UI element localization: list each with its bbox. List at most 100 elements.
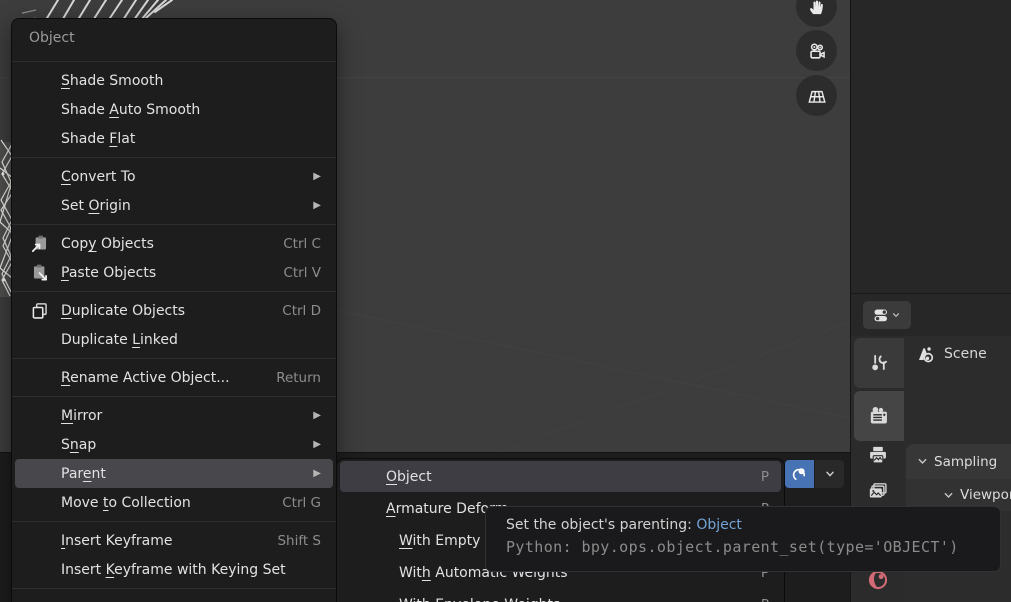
properties-icon — [873, 307, 890, 324]
chevron-down-icon — [891, 310, 901, 320]
tooltip-description: Set the object's parenting: — [506, 517, 696, 533]
menu-item-duplicate-objects[interactable]: Duplicate Objects Ctrl D — [15, 296, 333, 325]
menu-item-label: Snap — [61, 437, 96, 453]
menu-item-label: Duplicate Objects — [61, 303, 185, 319]
menu-item-shortcut: Ctrl C — [283, 236, 321, 252]
grid-icon — [806, 85, 828, 107]
menu-item-set-origin[interactable]: Set Origin ▶ — [15, 191, 333, 220]
menu-separator — [12, 588, 336, 589]
panel-title-viewport: Viewport — [960, 487, 1011, 503]
tooltip-python-hint: Python: bpy.ops.object.parent_set(type='… — [506, 538, 1000, 556]
menu-item-label: Mirror — [61, 408, 102, 424]
submenu-arrow-icon: ▶ — [313, 171, 321, 182]
blender-window: Scene Sampling Viewport Object Shade Smo… — [0, 0, 1011, 602]
submenu-arrow-icon: ▶ — [313, 439, 321, 450]
menu-item-label: Duplicate Linked — [61, 332, 178, 348]
menu-item-with-envelope-weights[interactable]: With Envelope Weights P — [340, 589, 781, 602]
menu-item-insert-keyframe[interactable]: Insert Keyframe Shift S — [15, 526, 333, 555]
menu-separator — [12, 61, 336, 62]
menu-item-shortcut: Ctrl G — [282, 495, 321, 511]
menu-item-label: Rename Active Object... — [61, 370, 230, 386]
menu-item-move-to-collection[interactable]: Move to Collection Ctrl G — [15, 488, 333, 517]
grid-view-gizmo[interactable] — [796, 75, 837, 116]
menu-item-label: Paste Objects — [61, 265, 156, 281]
menu-item-snap[interactable]: Snap ▶ — [15, 430, 333, 459]
output-icon — [866, 443, 890, 467]
record-icon — [790, 465, 809, 484]
menu-item-label: Set Origin — [61, 198, 131, 214]
camera-view-icon — [806, 40, 828, 62]
view-layer-icon — [866, 480, 890, 504]
chevron-down-icon — [917, 456, 928, 467]
breadcrumb[interactable]: Scene — [912, 342, 987, 366]
menu-item-shortcut: P — [761, 597, 769, 602]
scene-icon — [912, 342, 936, 366]
tool-icon — [867, 351, 891, 375]
menu-item-shade-smooth[interactable]: Shade Smooth — [15, 66, 333, 95]
right-editor[interactable] — [850, 0, 1011, 293]
tooltip-description-line: Set the object's parenting: Object — [506, 517, 1000, 533]
menu-item-label: Shade Flat — [61, 131, 135, 147]
menu-item-label: Insert Keyframe — [61, 533, 173, 549]
render-icon — [867, 404, 891, 428]
submenu-arrow-icon: ▶ — [313, 200, 321, 211]
panel-header-sampling[interactable]: Sampling — [906, 444, 1011, 479]
duplicate-icon — [29, 300, 51, 322]
submenu-arrow-icon: ▶ — [313, 410, 321, 421]
menu-item-shade-flat[interactable]: Shade Flat — [15, 124, 333, 153]
menu-item-shortcut: Return — [276, 370, 321, 386]
tab-view-layer[interactable] — [864, 478, 891, 505]
auto-keying-widget — [785, 460, 844, 488]
tab-tool[interactable] — [854, 338, 904, 388]
menu-items: Shade Smooth Shade Auto Smooth Shade Flat C… — [12, 66, 336, 589]
tooltip-operator-link: Object — [696, 517, 742, 533]
object-context-menu: Object Shade SmoothShade Auto SmoothShad… — [11, 18, 337, 602]
menu-item-label: Convert To — [61, 169, 136, 185]
menu-item-label: Shade Smooth — [61, 73, 163, 89]
menu-item-shortcut: P — [761, 469, 769, 485]
menu-separator — [12, 224, 336, 225]
menu-item-label: Insert Keyframe with Keying Set — [61, 562, 286, 578]
menu-item-paste-objects[interactable]: Paste Objects Ctrl V — [15, 258, 333, 287]
menu-item-shortcut: Ctrl D — [282, 303, 321, 319]
menu-item-mirror[interactable]: Mirror ▶ — [15, 401, 333, 430]
menu-item-label: Object — [386, 469, 432, 485]
menu-separator — [12, 396, 336, 397]
chevron-down-icon — [943, 490, 954, 501]
editor-type-dropdown[interactable] — [863, 301, 911, 329]
menu-separator — [12, 291, 336, 292]
paste-icon — [29, 262, 51, 284]
panel-title-sampling: Sampling — [934, 454, 997, 470]
camera-view-gizmo[interactable] — [796, 30, 837, 71]
menu-item-duplicate-linked[interactable]: Duplicate Linked — [15, 325, 333, 354]
properties-header — [851, 294, 1011, 336]
tab-output[interactable] — [864, 441, 891, 468]
breadcrumb-scene-label: Scene — [944, 346, 987, 362]
menu-item-shortcut: Shift S — [277, 533, 321, 549]
chevron-down-icon — [823, 467, 837, 481]
menu-item-shade-auto-smooth[interactable]: Shade Auto Smooth — [15, 95, 333, 124]
hand-icon — [806, 0, 828, 18]
menu-title: Object — [12, 19, 336, 57]
tooltip: Set the object's parenting: Object Pytho… — [485, 506, 1001, 572]
menu-item-label: Move to Collection — [61, 495, 191, 511]
copy-icon — [29, 233, 51, 255]
menu-item-parent[interactable]: Parent ▶ — [15, 459, 333, 488]
menu-item-shortcut: Ctrl V — [283, 265, 321, 281]
menu-item-copy-objects[interactable]: Copy Objects Ctrl C — [15, 229, 333, 258]
keying-options-dropdown[interactable] — [815, 460, 844, 488]
menu-separator — [12, 157, 336, 158]
menu-item-label: With Envelope Weights — [399, 597, 560, 602]
menu-item-rename-active-object[interactable]: Rename Active Object... Return — [15, 363, 333, 392]
menu-item-insert-keyframe-with-keying-set[interactable]: Insert Keyframe with Keying Set — [15, 555, 333, 584]
menu-separator — [12, 521, 336, 522]
menu-item-label: Copy Objects — [61, 236, 154, 252]
auto-keying-toggle[interactable] — [785, 460, 814, 488]
menu-separator — [12, 358, 336, 359]
menu-item-label: Parent — [61, 466, 106, 482]
menu-item-object[interactable]: Object P — [340, 461, 781, 492]
tab-render[interactable] — [854, 391, 904, 441]
menu-item-label: Shade Auto Smooth — [61, 102, 200, 118]
submenu-arrow-icon: ▶ — [313, 468, 321, 479]
menu-item-convert-to[interactable]: Convert To ▶ — [15, 162, 333, 191]
